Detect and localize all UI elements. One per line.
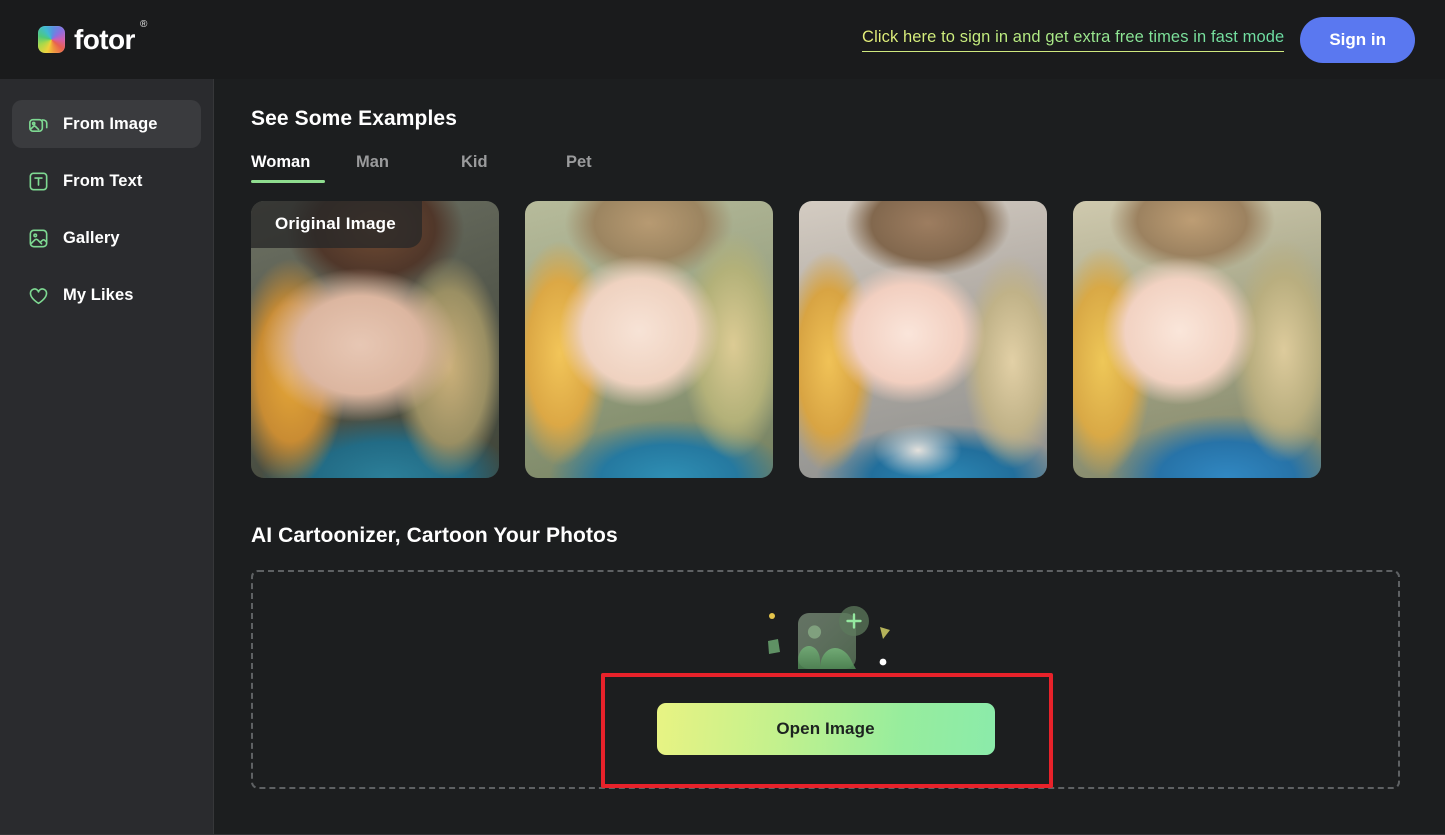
original-image-badge: Original Image: [251, 201, 422, 248]
cartoon-result-1: [525, 201, 773, 478]
sidebar-nav: From Image From Text Gallery My Likes: [0, 79, 214, 834]
sidebar-item-label: Gallery: [63, 228, 120, 247]
brand-name: fotor ®: [74, 19, 147, 55]
sidebar-item-from-text[interactable]: From Text: [12, 157, 201, 205]
stacked-images-icon: [26, 112, 50, 136]
cartoon-result-2: [799, 201, 1047, 478]
sidebar-item-gallery[interactable]: Gallery: [12, 214, 201, 262]
sign-in-button[interactable]: Sign in: [1300, 16, 1415, 63]
page-body: From Image From Text Gallery My Likes Se…: [0, 79, 1445, 835]
sidebar-item-label: From Image: [63, 114, 158, 133]
header-actions: Click here to sign in and get extra free…: [862, 16, 1415, 63]
example-card-result-1[interactable]: [525, 201, 773, 478]
example-cards: Original Image: [251, 201, 1400, 478]
examples-section-title: See Some Examples: [251, 107, 457, 130]
tab-kid[interactable]: Kid: [461, 153, 566, 183]
heart-icon: [26, 283, 50, 307]
text-box-icon: [26, 169, 50, 193]
fotor-ai-cartoonizer-page: fotor ® Click here to sign in and get ext…: [0, 0, 1445, 835]
tab-man[interactable]: Man: [356, 153, 461, 183]
open-image-button-wrap: Open Image: [600, 672, 1053, 788]
signin-promo-link[interactable]: Click here to sign in and get extra free…: [862, 28, 1285, 52]
uploader-title: AI Cartoonizer, Cartoon Your Photos: [251, 524, 618, 547]
sidebar-item-my-likes[interactable]: My Likes: [12, 271, 201, 319]
brand-name-text: fotor: [74, 23, 135, 55]
registered-mark: ®: [139, 18, 147, 30]
app-header: fotor ® Click here to sign in and get ext…: [0, 0, 1445, 79]
gallery-image-icon: [26, 226, 50, 250]
tab-pet[interactable]: Pet: [566, 153, 671, 183]
image-dropzone[interactable]: Open Image: [251, 570, 1400, 789]
brand-logo[interactable]: fotor ®: [38, 19, 147, 55]
example-card-result-3[interactable]: [1073, 201, 1321, 478]
open-image-button[interactable]: Open Image: [656, 702, 995, 755]
fotor-logo-icon: [38, 26, 65, 53]
tab-woman[interactable]: Woman: [251, 153, 356, 183]
example-category-tabs: Woman Man Kid Pet: [251, 153, 1400, 183]
sidebar-item-from-image[interactable]: From Image: [12, 100, 201, 148]
sidebar-item-label: From Text: [63, 171, 143, 190]
sidebar-item-label: My Likes: [63, 285, 134, 304]
add-image-icon: [756, 605, 896, 677]
example-card-original[interactable]: Original Image: [251, 201, 499, 478]
cartoon-result-3: [1073, 201, 1321, 478]
main-content: See Some Examples Woman Man Kid Pet Orig…: [214, 79, 1445, 834]
example-card-result-2[interactable]: [799, 201, 1047, 478]
